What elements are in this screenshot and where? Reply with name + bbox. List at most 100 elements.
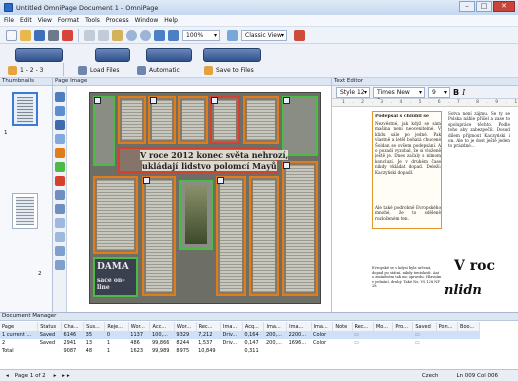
column-header[interactable]: Acc... bbox=[149, 322, 175, 331]
zone-text[interactable] bbox=[118, 96, 146, 144]
table-zone-icon[interactable] bbox=[55, 190, 65, 200]
select-tool-icon[interactable] bbox=[55, 92, 65, 102]
zone-text[interactable] bbox=[243, 96, 279, 144]
graphic-zone-icon[interactable] bbox=[55, 162, 65, 172]
zoom-tool-icon[interactable] bbox=[55, 120, 65, 130]
table-row[interactable]: 2 Saved 2941 13 1 486 99,866 8244 1,537 Driv... 0,… bbox=[0, 339, 480, 347]
print-icon[interactable] bbox=[48, 29, 59, 41]
undo-icon[interactable] bbox=[126, 29, 137, 41]
delete-zone-icon[interactable] bbox=[55, 176, 65, 186]
column-header[interactable]: Pon... bbox=[436, 322, 459, 331]
column-header[interactable]: Ima... bbox=[263, 322, 288, 331]
page-prev-icon[interactable]: ◂ bbox=[6, 373, 9, 379]
menu-file[interactable]: File bbox=[4, 17, 14, 24]
zone-graphic[interactable] bbox=[93, 96, 115, 166]
column-header[interactable]: Wor... bbox=[128, 322, 151, 331]
save-to-files-dropdown[interactable]: Save to Files bbox=[204, 65, 254, 76]
scanned-page-image[interactable]: V roce 2012 konec světa nehrozí, ukládaj… bbox=[89, 92, 321, 304]
zoom-fit-icon[interactable] bbox=[154, 29, 165, 41]
zone-headline[interactable]: V roce 2012 konec světa nehrozí, ukládaj… bbox=[118, 147, 289, 173]
zone-text[interactable] bbox=[282, 161, 318, 296]
column-header[interactable]: Status bbox=[37, 322, 62, 331]
redo-icon[interactable] bbox=[140, 29, 151, 41]
column-header[interactable]: Saved bbox=[412, 322, 437, 331]
open-folder-icon[interactable] bbox=[20, 29, 31, 41]
close-button[interactable]: ✕ bbox=[493, 1, 515, 12]
page-thumbnail-2[interactable] bbox=[12, 193, 38, 229]
copy-icon[interactable] bbox=[98, 29, 109, 41]
column-header[interactable]: Ima... bbox=[220, 322, 243, 331]
menu-tools[interactable]: Tools bbox=[85, 17, 100, 24]
cut-icon[interactable] bbox=[84, 29, 95, 41]
table-row[interactable]: 1 current ... Saved 6146 35 0 1137 100,... 9329… bbox=[0, 331, 480, 339]
table-row[interactable]: Total 9087 48 1 1623 99,989 8975 10,849 0,311 bbox=[0, 347, 480, 355]
column-header[interactable]: Pro... bbox=[392, 322, 414, 331]
automatic-icon[interactable] bbox=[146, 48, 192, 62]
menu-process[interactable]: Process bbox=[106, 17, 129, 24]
properties-icon[interactable] bbox=[55, 232, 65, 242]
style-select[interactable]: Style 12 bbox=[336, 86, 370, 98]
reorder-icon[interactable] bbox=[55, 218, 65, 228]
zone-photo[interactable] bbox=[179, 180, 213, 250]
zoom-width-icon[interactable] bbox=[168, 29, 179, 41]
help-icon[interactable] bbox=[294, 29, 305, 41]
italic-button[interactable]: I bbox=[462, 88, 465, 97]
menu-window[interactable]: Window bbox=[135, 17, 159, 24]
save-icon[interactable] bbox=[34, 29, 45, 41]
zone-advert[interactable]: DAMA sace on-line bbox=[93, 257, 138, 297]
column-header[interactable]: Rec... bbox=[196, 322, 222, 331]
column-header[interactable]: Reje... bbox=[104, 322, 129, 331]
deskew-icon[interactable] bbox=[55, 260, 65, 270]
column-header[interactable]: Mo... bbox=[373, 322, 394, 331]
bold-button[interactable]: B bbox=[453, 88, 459, 97]
editor-document[interactable]: Podepsal s chlubil se Nezvěstné, jak kdy… bbox=[336, 108, 512, 312]
workflow-step-selector[interactable]: 1 - 2 - 3 bbox=[8, 65, 43, 76]
menu-view[interactable]: View bbox=[38, 17, 52, 24]
menu-edit[interactable]: Edit bbox=[20, 17, 32, 24]
maximize-button[interactable]: □ bbox=[476, 1, 492, 12]
new-document-icon[interactable] bbox=[6, 29, 17, 41]
page-nav-icons[interactable]: ▸ ▸▸ bbox=[54, 373, 72, 379]
column-header[interactable]: Boo... bbox=[457, 322, 480, 331]
column-header[interactable]: Ima... bbox=[286, 322, 312, 331]
zoom-select[interactable]: 100% bbox=[182, 29, 220, 41]
size-select[interactable]: 9 bbox=[428, 86, 450, 98]
page-thumbnail-1[interactable] bbox=[12, 92, 38, 126]
spellcheck-icon[interactable] bbox=[62, 29, 73, 41]
text-zone-icon[interactable] bbox=[55, 148, 65, 158]
menu-help[interactable]: Help bbox=[164, 17, 178, 24]
menu-format[interactable]: Format bbox=[58, 17, 79, 24]
minimize-button[interactable]: – bbox=[459, 1, 475, 12]
automatic-dropdown[interactable]: Automatic bbox=[137, 65, 180, 76]
document-table: Page Status Cha... Sus... Reje... Wor... Acc..… bbox=[0, 322, 480, 355]
zone-text[interactable] bbox=[249, 176, 279, 296]
load-files-icon[interactable] bbox=[95, 48, 130, 62]
view-mode-select[interactable]: Classic View bbox=[241, 29, 287, 41]
column-header[interactable]: Cha... bbox=[61, 322, 85, 331]
column-header[interactable]: Ima... bbox=[311, 322, 334, 331]
merge-zone-icon[interactable] bbox=[55, 204, 65, 214]
zone-text[interactable] bbox=[142, 176, 176, 296]
table-cell: 6146 bbox=[61, 331, 84, 339]
scan-pages-icon[interactable] bbox=[15, 48, 63, 62]
table-cell bbox=[392, 331, 413, 339]
column-header[interactable]: Rec... bbox=[352, 322, 374, 331]
font-select[interactable]: Times New Roman bbox=[373, 86, 425, 105]
column-header[interactable]: Sus... bbox=[83, 322, 106, 331]
text-frame[interactable]: Podepsal s chlubil se Nezvěstné, jak kdy… bbox=[372, 111, 442, 229]
save-to-files-icon[interactable] bbox=[203, 48, 261, 62]
zone-graphic[interactable] bbox=[282, 96, 318, 156]
zone-text[interactable] bbox=[93, 176, 138, 254]
zone-text[interactable] bbox=[216, 176, 246, 296]
column-header[interactable]: Page bbox=[0, 322, 39, 331]
column-header[interactable]: Wor... bbox=[174, 322, 197, 331]
pan-tool-icon[interactable] bbox=[55, 106, 65, 116]
rotate-icon[interactable] bbox=[55, 246, 65, 256]
draw-zone-icon[interactable] bbox=[55, 134, 65, 144]
view-icon[interactable] bbox=[227, 29, 238, 41]
zone-text[interactable] bbox=[178, 96, 208, 144]
column-header[interactable]: Note bbox=[332, 322, 353, 331]
load-files-dropdown[interactable]: Load Files bbox=[78, 65, 119, 76]
column-header[interactable]: Acq... bbox=[242, 322, 265, 331]
paste-icon[interactable] bbox=[112, 29, 123, 41]
